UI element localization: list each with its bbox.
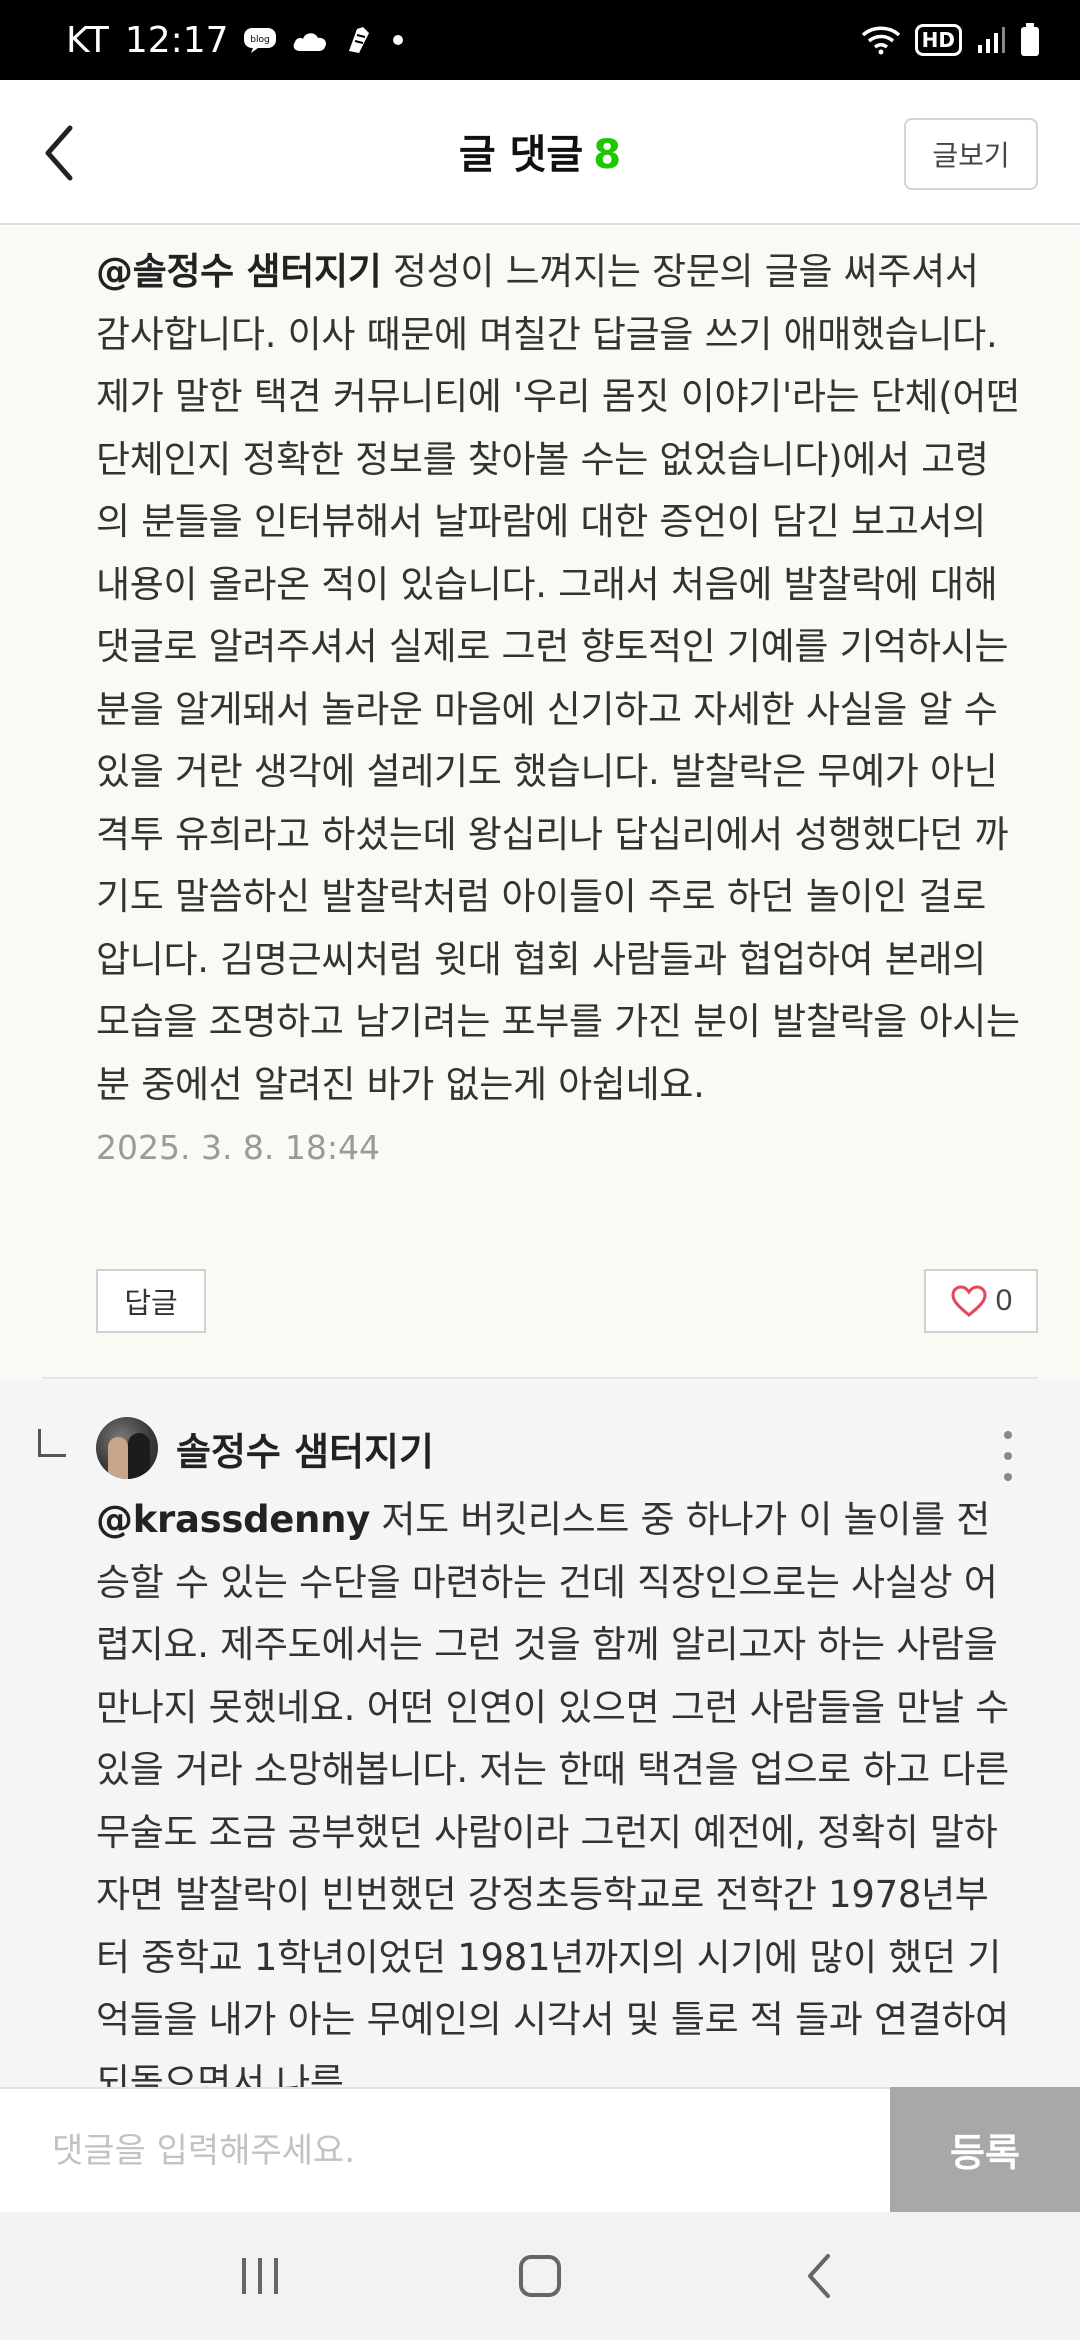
blog-icon: blog [243,26,277,54]
back-icon [808,2254,830,2298]
heart-icon [951,1285,987,1317]
comment-body: @krassdenny 저도 버킷리스트 중 하나가 이 놀이를 전승할 수 있… [96,1489,1020,2087]
recent-apps-icon [242,2258,278,2294]
reply-indent-icon [38,1429,66,1457]
svg-text:blog: blog [250,35,269,45]
reply-item: 솔정수 샘터지기 @krassdenny 저도 버킷리스트 중 하나가 이 놀이… [0,1379,1080,2087]
carrier-label: KT [66,19,109,61]
comment-body: @솔정수 샘터지기 정성이 느껴지는 장문의 글을 써주셔서 감사합니다. 이사… [96,241,1020,1116]
cloud-icon [291,27,329,53]
reply-button[interactable]: 답글 [96,1269,206,1333]
comment-list[interactable]: @솔정수 샘터지기 정성이 느껴지는 장문의 글을 써주셔서 감사합니다. 이사… [0,227,1080,2087]
app-header: 글 댓글 8 글보기 [0,80,1080,225]
comment-text: 저도 버킷리스트 중 하나가 이 놀이를 전승할 수 있는 수단을 마련하는 건… [96,1498,1009,2087]
mention-link[interactable]: @krassdenny [96,1498,370,1541]
mention-link[interactable]: @솔정수 샘터지기 [96,250,382,293]
like-button[interactable]: 0 [924,1269,1038,1333]
page-title-text: 글 댓글 [458,132,584,178]
status-bar: KT 12:17 blog HD [0,0,1080,80]
comment-count: 8 [593,132,622,178]
clock: 12:17 [124,19,229,61]
submit-button[interactable]: 등록 [890,2087,1080,2212]
status-right: HD [861,0,1040,80]
more-options-icon[interactable] [998,1431,1018,1481]
author-row: 솔정수 샘터지기 [96,1415,1020,1481]
wifi-icon [861,25,901,55]
avatar[interactable] [96,1417,158,1479]
comment-input-bar: 등록 [0,2087,1080,2212]
comment-input[interactable] [0,2089,890,2212]
view-post-button[interactable]: 글보기 [904,118,1038,190]
nav-back-button[interactable] [780,2236,860,2316]
home-button[interactable] [500,2236,580,2316]
comment-date: 2025. 3. 8. 18:44 [96,1128,381,1167]
system-nav-bar [0,2212,1080,2340]
signal-icon [976,25,1006,55]
hd-icon: HD [914,24,962,56]
author-name[interactable]: 솔정수 샘터지기 [176,1421,434,1476]
comment-item: @솔정수 샘터지기 정성이 느껴지는 장문의 글을 써주셔서 감사합니다. 이사… [0,227,1080,1379]
home-icon [519,2255,561,2297]
comment-text: 정성이 느껴지는 장문의 글을 써주셔서 감사합니다. 이사 때문에 며칠간 답… [96,250,1020,1106]
battery-icon [1020,23,1040,57]
dot-icon [391,33,405,47]
like-count: 0 [995,1284,1013,1317]
recent-apps-button[interactable] [220,2236,300,2316]
app-icon [343,23,377,57]
status-left: KT 12:17 blog [66,0,405,80]
